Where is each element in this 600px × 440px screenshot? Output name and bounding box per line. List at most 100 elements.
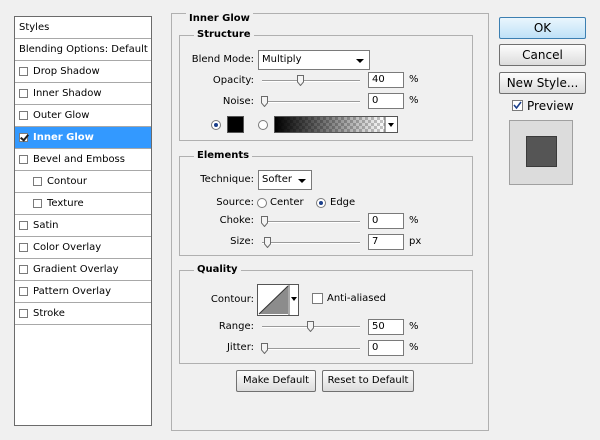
range-slider-thumb[interactable] xyxy=(306,321,314,332)
jitter-slider-track[interactable] xyxy=(262,348,360,350)
choke-slider-track[interactable] xyxy=(262,221,360,223)
noise-slider-thumb[interactable] xyxy=(261,96,268,107)
quality-title: Quality xyxy=(194,264,241,276)
style-item-satin[interactable]: Satin xyxy=(15,215,151,237)
range-label: Range: xyxy=(218,321,254,332)
size-slider-track[interactable] xyxy=(262,242,360,244)
style-item-stroke[interactable]: Stroke xyxy=(15,303,151,325)
style-item-drop-shadow[interactable]: Drop Shadow xyxy=(15,61,151,83)
blending-options-item[interactable]: Blending Options: Default xyxy=(15,39,151,61)
chevron-down-icon xyxy=(356,59,364,63)
opacity-slider-track[interactable] xyxy=(262,80,360,82)
noise-unit: % xyxy=(409,95,419,106)
noise-label: Noise: xyxy=(222,96,254,107)
style-checkbox[interactable] xyxy=(19,221,28,230)
size-unit: px xyxy=(409,236,422,247)
style-item-label: Satin xyxy=(33,220,59,231)
style-item-label: Drop Shadow xyxy=(33,66,100,77)
reset-default-button[interactable]: Reset to Default xyxy=(322,370,414,392)
technique-select[interactable]: Softer xyxy=(258,170,312,190)
style-item-label: Gradient Overlay xyxy=(33,264,119,275)
style-item-label: Stroke xyxy=(33,308,65,319)
anti-aliased-checkbox[interactable] xyxy=(312,293,323,304)
cancel-button[interactable]: Cancel xyxy=(499,44,586,66)
source-label: Source: xyxy=(216,197,254,208)
style-checkbox[interactable] xyxy=(19,67,28,76)
jitter-unit: % xyxy=(409,342,419,353)
source-center-radio[interactable] xyxy=(257,198,267,208)
style-item-inner-shadow[interactable]: Inner Shadow xyxy=(15,83,151,105)
range-input[interactable]: 50 xyxy=(368,319,404,335)
anti-aliased-label: Anti-aliased xyxy=(327,293,387,304)
size-label: Size: xyxy=(230,236,254,247)
choke-slider-thumb[interactable] xyxy=(261,216,268,227)
technique-label: Technique: xyxy=(200,174,254,185)
jitter-label: Jitter: xyxy=(226,342,254,353)
style-checkbox[interactable] xyxy=(19,265,28,274)
style-checkbox[interactable] xyxy=(33,177,42,186)
style-item-texture[interactable]: Texture xyxy=(15,193,151,215)
blend-mode-label: Blend Mode: xyxy=(191,54,254,65)
style-item-outer-glow[interactable]: Outer Glow xyxy=(15,105,151,127)
style-item-label: Color Overlay xyxy=(33,242,102,253)
style-checkbox[interactable] xyxy=(19,133,28,142)
style-checkbox[interactable] xyxy=(19,309,28,318)
contour-picker[interactable] xyxy=(257,284,299,316)
opacity-slider-thumb[interactable] xyxy=(297,75,305,86)
jitter-input[interactable]: 0 xyxy=(368,340,404,356)
style-item-inner-glow[interactable]: Inner Glow xyxy=(15,127,151,149)
blend-mode-value: Multiply xyxy=(262,54,302,65)
style-checkbox[interactable] xyxy=(19,243,28,252)
glow-gradient-radio[interactable] xyxy=(258,120,268,130)
preview-swatch xyxy=(526,136,557,167)
structure-title: Structure xyxy=(194,29,254,41)
style-item-label: Inner Shadow xyxy=(33,88,102,99)
style-checkbox[interactable] xyxy=(19,89,28,98)
noise-slider-track[interactable] xyxy=(262,101,360,103)
style-checkbox[interactable] xyxy=(33,199,42,208)
checkmark-icon xyxy=(513,101,522,110)
style-item-gradient-overlay[interactable]: Gradient Overlay xyxy=(15,259,151,281)
blending-options-label: Blending Options: Default xyxy=(19,44,148,55)
make-default-button[interactable]: Make Default xyxy=(236,370,316,392)
ok-button[interactable]: OK xyxy=(499,17,586,39)
blend-mode-select[interactable]: Multiply xyxy=(258,50,370,70)
style-checkbox[interactable] xyxy=(19,111,28,120)
new-style-button[interactable]: New Style... xyxy=(499,72,586,94)
style-item-label: Texture xyxy=(47,198,84,209)
style-checkbox[interactable] xyxy=(19,287,28,296)
noise-input[interactable]: 0 xyxy=(368,93,404,109)
style-item-bevel-and-emboss[interactable]: Bevel and Emboss xyxy=(15,149,151,171)
panel-title: Inner Glow xyxy=(186,13,253,25)
glow-gradient-picker[interactable] xyxy=(274,116,398,133)
style-checkbox[interactable] xyxy=(19,155,28,164)
source-edge-label: Edge xyxy=(330,197,356,208)
source-edge-radio[interactable] xyxy=(316,198,326,208)
opacity-unit: % xyxy=(409,74,419,85)
preview-box xyxy=(509,120,573,185)
preview-checkbox[interactable] xyxy=(512,100,523,111)
styles-header[interactable]: Styles xyxy=(15,17,151,39)
jitter-slider-thumb[interactable] xyxy=(261,343,268,354)
technique-value: Softer xyxy=(262,174,292,185)
contour-curve-icon xyxy=(258,285,297,315)
source-center-label: Center xyxy=(270,197,304,208)
preview-label: Preview xyxy=(527,99,574,113)
elements-title: Elements xyxy=(194,150,253,162)
opacity-label: Opacity: xyxy=(212,75,254,86)
style-item-color-overlay[interactable]: Color Overlay xyxy=(15,237,151,259)
size-slider-thumb[interactable] xyxy=(263,237,271,248)
style-item-contour[interactable]: Contour xyxy=(15,171,151,193)
choke-input[interactable]: 0 xyxy=(368,213,404,229)
opacity-input[interactable]: 40 xyxy=(368,72,404,88)
style-item-pattern-overlay[interactable]: Pattern Overlay xyxy=(15,281,151,303)
contour-label: Contour: xyxy=(210,294,254,305)
style-item-label: Contour xyxy=(47,176,87,187)
gradient-preview-icon xyxy=(275,117,397,132)
glow-color-radio[interactable] xyxy=(211,120,221,130)
size-input[interactable]: 7 xyxy=(368,234,404,250)
style-item-label: Outer Glow xyxy=(33,110,90,121)
choke-unit: % xyxy=(409,215,419,226)
glow-color-swatch[interactable] xyxy=(227,116,244,133)
style-item-label: Pattern Overlay xyxy=(33,286,112,297)
